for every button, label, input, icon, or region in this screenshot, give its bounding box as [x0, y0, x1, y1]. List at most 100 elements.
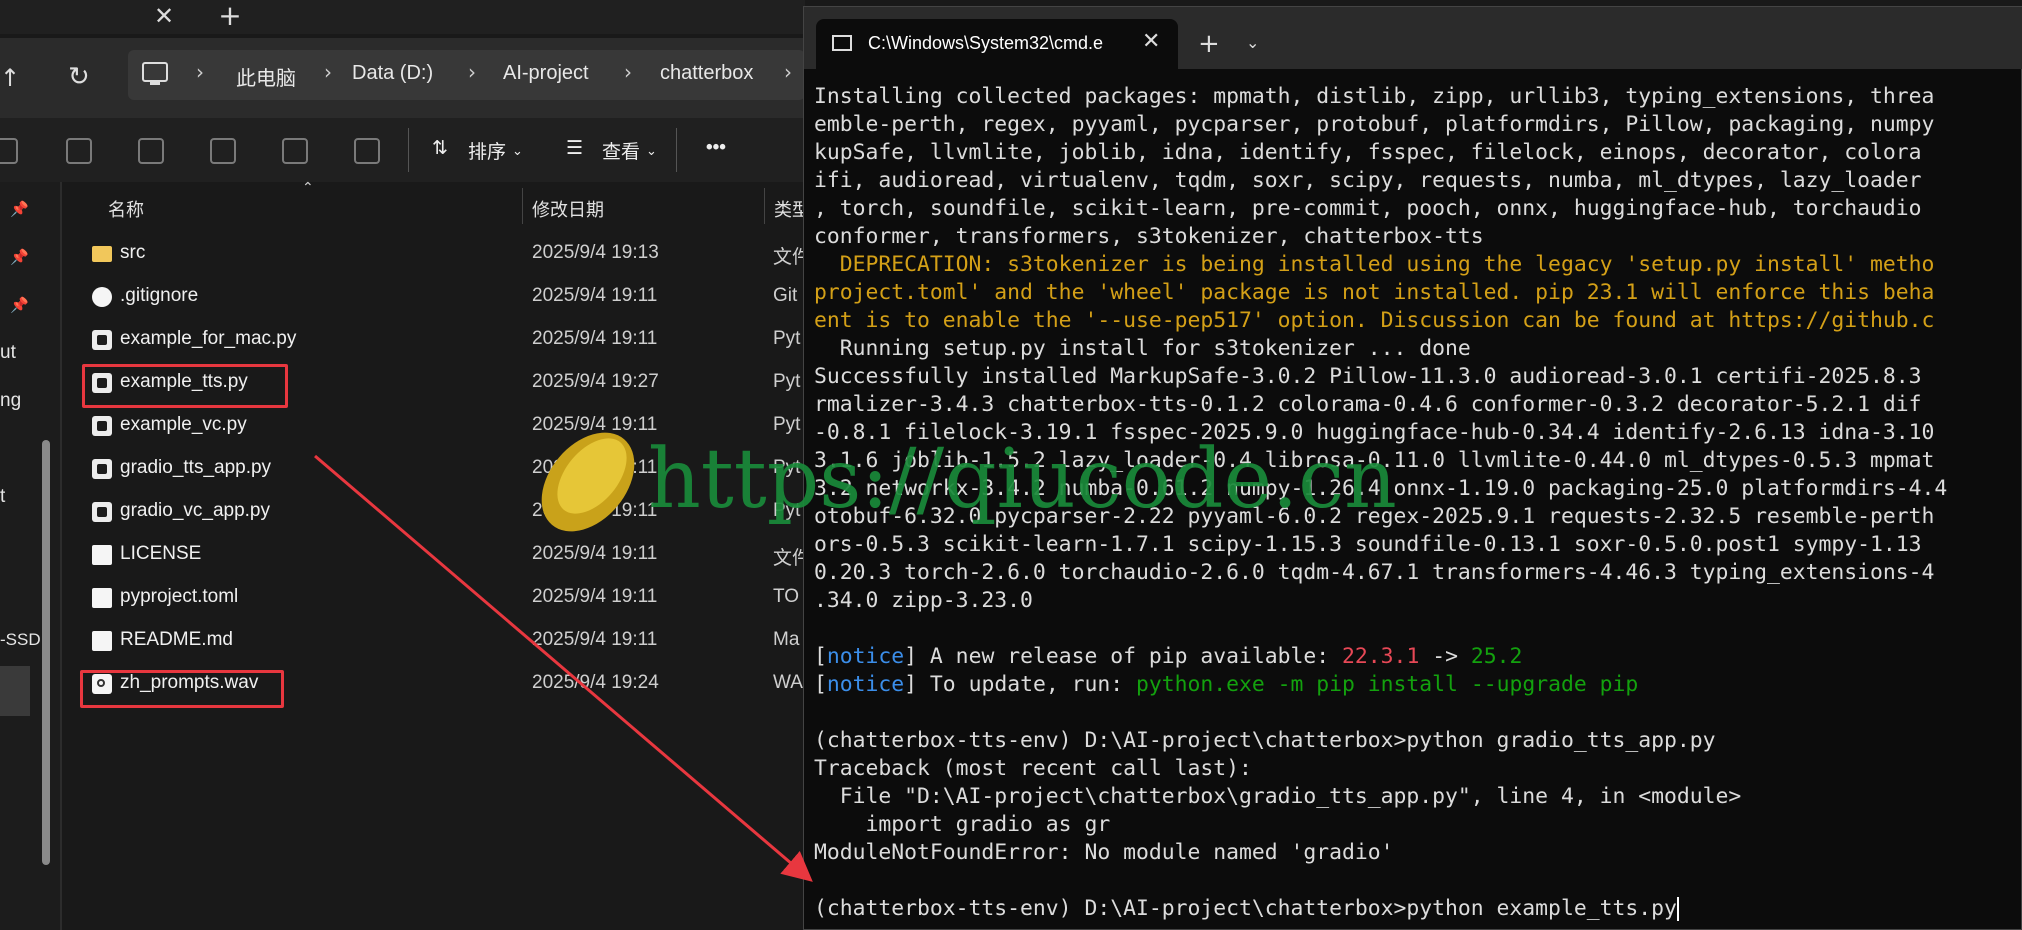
cut-icon[interactable] — [0, 138, 18, 164]
file-row[interactable]: example_for_mac.py 2025/9/4 19:11 Pyt — [80, 320, 805, 360]
terminal-title-bar: C:\Windows\System32\cmd.e ✕ + ⌄ — [804, 7, 2022, 69]
terminal-line: (chatterbox-tts-env) D:\AI-project\chatt… — [814, 895, 2022, 923]
terminal-line: ors-0.5.3 scikit-learn-1.7.1 scipy-1.15.… — [814, 531, 2022, 559]
terminal-text: 25.2 — [1470, 644, 1523, 669]
sidebar-selected-item[interactable] — [0, 666, 30, 716]
file-type: 文件 — [773, 247, 805, 268]
paste-icon[interactable] — [138, 138, 164, 164]
file-row[interactable]: src 2025/9/4 19:13 文件 — [80, 234, 805, 274]
highlight-box-zh-prompts — [80, 670, 284, 708]
file-date: 2025/9/4 19:11 — [532, 586, 658, 607]
folder-icon — [92, 246, 112, 262]
copy-icon[interactable] — [66, 138, 92, 164]
column-header-name[interactable]: 名称 — [108, 196, 144, 222]
chevron-right-icon[interactable]: › — [196, 60, 204, 84]
chevron-down-icon[interactable]: ⌄ — [512, 143, 523, 159]
file-name: README.md — [120, 629, 233, 650]
file-date: 2025/9/4 19:11 — [532, 328, 658, 349]
terminal-line: rmalizer-3.4.3 chatterbox-tts-0.1.2 colo… — [814, 391, 2022, 419]
terminal-text: notice — [826, 672, 905, 697]
file-type: Git — [773, 285, 798, 306]
terminal-text: Traceback (most recent call last): — [814, 756, 1252, 781]
terminal-text: import gradio as gr — [814, 812, 1111, 837]
watermark-text: https://qiucode.cn — [648, 432, 1397, 527]
terminal-text: , torch, soundfile, scikit-learn, pre-co… — [814, 196, 1922, 221]
sort-button[interactable]: 排序 — [468, 137, 506, 164]
rename-icon[interactable] — [210, 138, 236, 164]
view-icon[interactable]: ☰ — [566, 137, 583, 160]
terminal-text: emble-perth, regex, pyyaml, pycparser, p… — [814, 112, 1935, 137]
close-icon[interactable]: ✕ — [1142, 29, 1160, 54]
terminal-text: .34.0 zipp-3.23.0 — [814, 588, 1033, 613]
file-row[interactable]: .gitignore 2025/9/4 19:11 Git — [80, 277, 805, 317]
file-type: WA — [773, 672, 803, 693]
highlight-box-example-tts — [82, 364, 288, 408]
up-arrow-icon[interactable]: ↑ — [0, 64, 20, 92]
view-button[interactable]: 查看 — [602, 137, 640, 164]
text-cursor — [1676, 897, 1679, 921]
explorer-tab-bar: ✕ + — [0, 0, 805, 34]
share-icon[interactable] — [282, 138, 308, 164]
chevron-right-icon[interactable]: › — [324, 60, 332, 84]
chevron-down-icon[interactable]: ⌄ — [646, 143, 657, 159]
breadcrumb-chatterbox[interactable]: chatterbox — [660, 62, 753, 85]
terminal-line: .34.0 zipp-3.23.0 — [814, 587, 2022, 615]
navigation-pane: 📌 📌 📌 ut ng t -SSD — [0, 182, 62, 930]
file-row[interactable]: README.md 2025/9/4 19:11 Ma — [80, 621, 805, 661]
python-file-icon — [92, 416, 112, 436]
sidebar-item[interactable]: -SSD — [0, 630, 41, 650]
terminal-text: -> — [1419, 644, 1471, 669]
terminal-text: Installing collected packages: mpmath, d… — [814, 84, 1935, 109]
breadcrumb-drive[interactable]: Data (D:) — [352, 62, 433, 85]
terminal-text: project.toml' and the 'wheel' package is… — [814, 280, 1935, 305]
chevron-right-icon[interactable]: › — [784, 60, 792, 84]
terminal-tab-title: C:\Windows\System32\cmd.e — [868, 33, 1104, 53]
refresh-icon[interactable]: ↻ — [68, 62, 90, 92]
pin-icon[interactable]: 📌 — [10, 200, 29, 218]
pin-icon[interactable]: 📌 — [10, 248, 29, 266]
sidebar-item[interactable]: ng — [0, 390, 21, 412]
close-tab-icon[interactable]: ✕ — [152, 2, 176, 30]
terminal-line: conformer, transformers, s3tokenizer, ch… — [814, 223, 2022, 251]
column-header-date[interactable]: 修改日期 — [532, 196, 604, 222]
new-tab-icon[interactable]: + — [1198, 29, 1220, 59]
column-divider[interactable] — [522, 188, 523, 224]
more-options-button[interactable]: ••• — [706, 137, 726, 159]
breadcrumb-this-pc[interactable]: 此电脑 — [236, 62, 296, 91]
terminal-text: ModuleNotFoundError: No module named 'gr… — [814, 840, 1394, 865]
document-icon — [92, 588, 112, 608]
address-bar[interactable]: › 此电脑 › Data (D:) › AI-project › chatter… — [128, 50, 805, 100]
sidebar-item[interactable]: ut — [0, 342, 16, 364]
file-row[interactable]: pyproject.toml 2025/9/4 19:11 TO — [80, 578, 805, 618]
sidebar-item[interactable]: t — [0, 486, 5, 508]
breadcrumb-ai-project[interactable]: AI-project — [503, 62, 589, 85]
file-name: gradio_tts_app.py — [120, 457, 272, 478]
chevron-right-icon[interactable]: › — [468, 60, 476, 84]
terminal-line: emble-perth, regex, pyyaml, pycparser, p… — [814, 111, 2022, 139]
terminal-line: import gradio as gr — [814, 811, 2022, 839]
file-date: 2025/9/4 19:13 — [532, 242, 659, 263]
file-type: Ma — [773, 629, 800, 650]
file-row[interactable]: LICENSE 2025/9/4 19:11 文件 — [80, 535, 805, 575]
sidebar-scrollbar[interactable] — [42, 440, 50, 865]
terminal-line: Successfully installed MarkupSafe-3.0.2 … — [814, 363, 2022, 391]
this-pc-icon — [142, 62, 168, 85]
terminal-line: ent is to enable the '--use-pep517' opti… — [814, 307, 2022, 335]
chevron-right-icon[interactable]: › — [624, 60, 632, 84]
file-date: 2025/9/4 19:27 — [532, 371, 659, 392]
file-date: 2025/9/4 19:11 — [532, 500, 658, 521]
file-date: 2025/9/4 19:11 — [532, 285, 658, 306]
delete-icon[interactable] — [354, 138, 380, 164]
terminal-line: Running setup.py install for s3tokenizer… — [814, 335, 2022, 363]
terminal-tab[interactable]: C:\Windows\System32\cmd.e ✕ — [816, 19, 1178, 69]
new-tab-icon[interactable]: + — [216, 2, 244, 30]
terminal-text: python.exe -m pip install --upgrade pip — [1135, 672, 1639, 697]
column-divider[interactable] — [764, 188, 765, 224]
sort-icon[interactable]: ⇅ — [432, 137, 448, 160]
terminal-text: ] A new release of pip available: — [904, 644, 1343, 669]
pin-icon[interactable]: 📌 — [10, 296, 29, 314]
chevron-down-icon[interactable]: ⌄ — [1246, 33, 1259, 52]
terminal-text: ent is to enable the '--use-pep517' opti… — [814, 308, 1935, 333]
file-date: 2025/9/4 19:11 — [532, 629, 658, 650]
document-icon — [92, 545, 112, 565]
